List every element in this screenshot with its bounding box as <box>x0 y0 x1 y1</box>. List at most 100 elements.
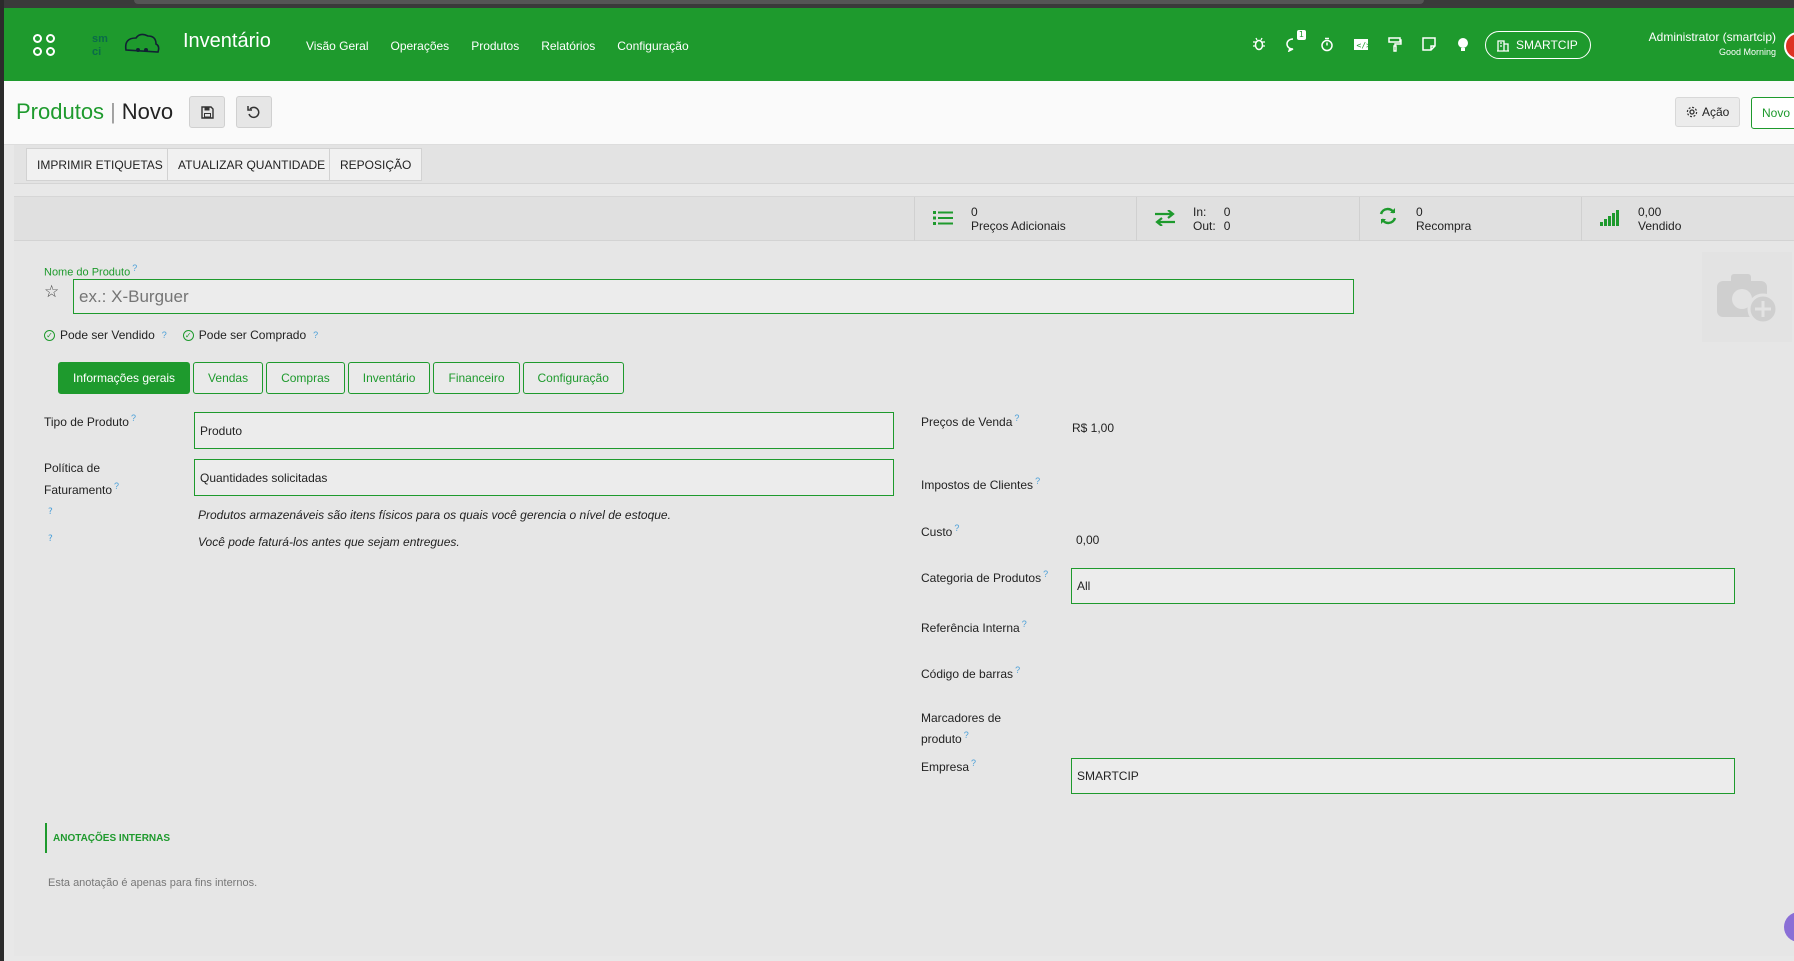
lightbulb-icon[interactable] <box>1454 35 1472 53</box>
tab-accounting[interactable]: Financeiro <box>433 362 520 394</box>
tab-purchase[interactable]: Compras <box>266 362 345 394</box>
code-icon[interactable]: </> <box>1352 35 1370 53</box>
extra-prices-count: 0 <box>971 205 978 219</box>
company-name: SMARTCIP <box>1516 38 1578 52</box>
list-icon <box>915 206 971 232</box>
chat-icon[interactable]: 1 <box>1284 30 1306 53</box>
breadcrumb-produtos[interactable]: Produtos <box>16 99 104 125</box>
action-menu-button[interactable]: Ação <box>1675 97 1741 127</box>
in-label: In: <box>1193 205 1207 219</box>
user-greeting: Good Morning <box>1718 47 1776 57</box>
browser-top-strip <box>4 0 1794 8</box>
app-title: Inventário <box>183 30 271 52</box>
tab-inventory[interactable]: Inventário <box>347 362 431 394</box>
breadcrumb: Produtos | Novo <box>16 99 173 125</box>
tab-general-info[interactable]: Informações gerais <box>58 362 191 394</box>
menu-configuracao[interactable]: Configuração <box>617 39 688 53</box>
form-sheet: 0 Preços Adicionais In: 0 Out: 0 0 Recompra <box>14 196 1794 956</box>
customer-taxes-label: Impostos de Clientes? <box>921 476 1041 492</box>
company-select[interactable]: SMARTCIP <box>1071 758 1735 794</box>
company-label: Empresa? <box>921 758 977 774</box>
invoice-policy-help: Você pode faturá-los antes que sejam ent… <box>198 535 460 549</box>
replenish-button[interactable]: REPOSIÇÃO <box>329 148 423 181</box>
product-category-select[interactable]: All <box>1071 568 1735 604</box>
app-window: sm ci Inventário Visão Geral Operações P… <box>4 0 1794 961</box>
can-be-purchased-checkbox[interactable]: ✓ Pode ser Comprado? <box>182 328 318 342</box>
company-switcher[interactable]: SMARTCIP <box>1485 31 1591 59</box>
sale-price-value[interactable]: R$ 1,00 <box>1072 421 1114 435</box>
product-type-select[interactable]: Produto <box>194 412 894 449</box>
action-label: Ação <box>1702 105 1730 119</box>
product-image-placeholder[interactable] <box>1702 252 1792 342</box>
menu-produtos[interactable]: Produtos <box>471 39 519 53</box>
internal-notes-field[interactable]: Esta anotação é apenas para fins interno… <box>48 877 257 889</box>
sale-purchase-checks: ✓ Pode ser Vendido? ✓ Pode ser Comprado? <box>44 328 318 342</box>
product-type-help: Produtos armazenáveis são itens físicos … <box>198 508 671 522</box>
smart-buttons: 0 Preços Adicionais In: 0 Out: 0 0 Recompra <box>14 197 1794 241</box>
cost-value[interactable]: 0,00 <box>1076 533 1099 547</box>
menu-visao-geral[interactable]: Visão Geral <box>306 39 368 53</box>
tab-sales[interactable]: Vendas <box>193 362 264 394</box>
update-quantity-button[interactable]: ATUALIZAR QUANTIDADE <box>167 148 337 181</box>
sold-label: Vendido <box>1638 219 1682 233</box>
in-out-button[interactable]: In: 0 Out: 0 <box>1136 197 1358 241</box>
svg-text:</>: </> <box>1357 41 1370 50</box>
building-icon <box>1497 39 1509 52</box>
user-name: Administrator (smartcip) <box>1648 30 1776 44</box>
paint-roller-icon[interactable] <box>1386 35 1404 53</box>
help-mark-1: ? <box>48 507 53 517</box>
exchange-icon <box>1137 206 1193 232</box>
chat-badge: 1 <box>1296 30 1306 40</box>
control-panel: Produtos | Novo Ação Novo <box>4 81 1794 145</box>
rebuy-label: Recompra <box>1416 219 1472 233</box>
invoice-policy-label: Política de Faturamento? <box>44 461 120 497</box>
user-menu[interactable]: Administrator (smartcip) Good Morning <box>1614 30 1776 57</box>
timer-icon[interactable] <box>1318 35 1336 53</box>
internal-reference-label: Referência Interna? <box>921 619 1027 635</box>
statusbar: IMPRIMIR ETIQUETAS ATUALIZAR QUANTIDADE … <box>14 145 1794 184</box>
avatar[interactable] <box>1784 32 1794 60</box>
breadcrumb-separator: | <box>110 99 116 124</box>
bug-icon[interactable] <box>1250 35 1268 53</box>
company-logo: sm ci <box>86 28 166 62</box>
sold-button[interactable]: 0,00 Vendido <box>1581 197 1794 241</box>
rebuy-button[interactable]: 0 Recompra <box>1359 197 1581 241</box>
tab-configuration[interactable]: Configuração <box>522 362 624 394</box>
invoice-policy-select[interactable]: Quantidades solicitadas <box>194 459 894 496</box>
undo-icon <box>247 106 260 119</box>
save-icon <box>200 105 214 119</box>
svg-text:sm: sm <box>92 33 108 45</box>
signal-icon <box>1582 206 1638 232</box>
gear-icon <box>1686 106 1698 118</box>
extra-prices-button[interactable]: 0 Preços Adicionais <box>914 197 1136 241</box>
new-button[interactable]: Novo <box>1751 97 1794 129</box>
star-icon[interactable]: ☆ <box>44 282 59 302</box>
save-button[interactable] <box>189 96 225 128</box>
out-label: Out: <box>1193 219 1216 233</box>
main-navbar: sm ci Inventário Visão Geral Operações P… <box>4 8 1794 81</box>
address-bar-edge <box>134 0 1424 4</box>
product-category-label: Categoria de Produtos? <box>921 569 1049 585</box>
breadcrumb-current: Novo <box>121 99 174 124</box>
out-value: 0 <box>1223 219 1231 233</box>
logo-graphic: sm ci <box>92 33 160 58</box>
product-name-label: Nome do Produto? <box>44 263 138 279</box>
menu-operacoes[interactable]: Operações <box>390 39 449 53</box>
note-icon[interactable] <box>1420 35 1438 53</box>
refresh-icon <box>1360 206 1416 232</box>
new-label: Novo <box>1762 106 1791 120</box>
discard-button[interactable] <box>236 96 272 128</box>
product-tags-label: Marcadores de produto? <box>921 711 1002 746</box>
in-value: 0 <box>1223 205 1231 219</box>
menu-relatorios[interactable]: Relatórios <box>541 39 595 53</box>
apps-menu-icon[interactable] <box>33 34 57 58</box>
top-menu: Visão Geral Operações Produtos Relatório… <box>306 39 689 53</box>
product-name-input[interactable] <box>73 279 1354 314</box>
print-labels-button[interactable]: IMPRIMIR ETIQUETAS <box>26 148 174 181</box>
internal-notes-title: ANOTAÇÕES INTERNAS <box>45 823 170 853</box>
camera-plus-icon <box>1717 274 1779 325</box>
rebuy-count: 0 <box>1416 205 1423 219</box>
can-be-sold-checkbox[interactable]: ✓ Pode ser Vendido? <box>44 328 167 342</box>
systray: 1 </> <box>1250 30 1472 53</box>
extra-prices-label: Preços Adicionais <box>971 219 1066 233</box>
